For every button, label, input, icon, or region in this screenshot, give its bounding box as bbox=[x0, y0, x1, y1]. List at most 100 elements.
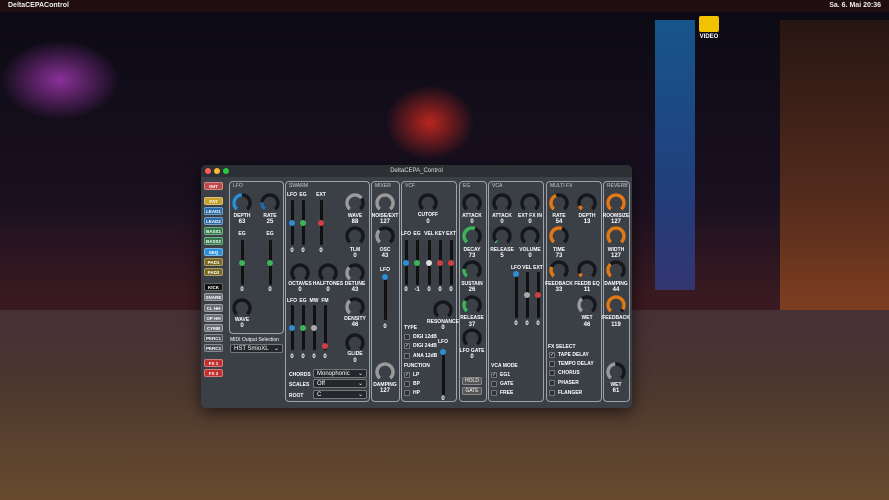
checkbox[interactable] bbox=[491, 381, 497, 387]
checkbox[interactable] bbox=[404, 334, 410, 340]
multifx-time-knob[interactable] bbox=[548, 225, 570, 247]
slider-track[interactable] bbox=[426, 240, 432, 285]
slider-track[interactable] bbox=[382, 274, 388, 320]
slider-track[interactable] bbox=[300, 200, 306, 245]
preset-button-perc1[interactable]: PERC1 bbox=[204, 334, 223, 342]
slider-thumb[interactable] bbox=[448, 259, 454, 266]
mixer-noise-knob[interactable] bbox=[374, 192, 396, 214]
preset-button-init[interactable]: INIT bbox=[204, 182, 223, 190]
checkbox[interactable] bbox=[491, 390, 497, 396]
preset-button-bass2[interactable]: BASS2 bbox=[204, 237, 223, 245]
lfo-depth-knob[interactable] bbox=[231, 192, 253, 214]
gate-button[interactable]: GATE bbox=[462, 387, 482, 395]
slider-track[interactable] bbox=[239, 240, 245, 285]
hold-button[interactable]: HOLD bbox=[462, 377, 482, 385]
slider-track[interactable] bbox=[513, 271, 519, 318]
lfo-wave-knob[interactable] bbox=[231, 297, 253, 319]
eg-release-knob[interactable] bbox=[461, 294, 483, 316]
preset-button-fx1[interactable]: FX 1 bbox=[204, 359, 223, 367]
slider-track[interactable] bbox=[403, 240, 409, 285]
slider-track[interactable] bbox=[318, 200, 324, 245]
preset-button-lead1[interactable]: LEAD1 bbox=[204, 207, 223, 215]
root-select[interactable]: C ⌄ bbox=[313, 390, 367, 399]
preset-button-clhh[interactable]: CL HH bbox=[204, 304, 223, 312]
vca-attack-knob[interactable] bbox=[491, 192, 513, 214]
slider-track[interactable] bbox=[267, 240, 273, 285]
slider-track[interactable] bbox=[535, 272, 541, 318]
preset-button-lead2[interactable]: LEAD2 bbox=[204, 217, 223, 225]
slider-track[interactable] bbox=[437, 240, 443, 285]
menu-bar-clock[interactable]: Sa. 6. Mai 20:36 bbox=[829, 0, 881, 12]
multifx-feedback-knob[interactable] bbox=[548, 259, 570, 281]
slider-track[interactable] bbox=[322, 305, 328, 350]
multifx-rate-knob[interactable] bbox=[548, 192, 570, 214]
swarm-tlm-knob[interactable] bbox=[344, 225, 366, 247]
checkbox[interactable] bbox=[549, 370, 555, 376]
midi-output-select[interactable]: HST SmioXL ⌄ bbox=[230, 344, 283, 353]
lfo-rate-knob[interactable] bbox=[259, 192, 281, 214]
slider-track[interactable] bbox=[300, 305, 306, 350]
slider-thumb[interactable] bbox=[289, 219, 295, 226]
multifx-feedbeq-knob[interactable] bbox=[576, 259, 598, 281]
slider-thumb[interactable] bbox=[300, 219, 306, 226]
slider-thumb[interactable] bbox=[535, 292, 541, 298]
checkbox[interactable]: ✓ bbox=[491, 372, 497, 378]
checkbox[interactable] bbox=[404, 353, 410, 359]
multifx-depth-knob[interactable] bbox=[576, 192, 598, 214]
reverb-width-knob[interactable] bbox=[605, 225, 627, 247]
slider-thumb[interactable] bbox=[300, 324, 306, 331]
chords-select[interactable]: Monophonic ⌄ bbox=[313, 369, 367, 378]
reverb-damping-knob[interactable] bbox=[605, 259, 627, 281]
reverb-feedback-knob[interactable] bbox=[605, 294, 627, 316]
multifx-wet-knob[interactable] bbox=[576, 294, 598, 316]
slider-track[interactable] bbox=[414, 240, 420, 285]
close-button[interactable] bbox=[205, 168, 211, 174]
checkbox[interactable] bbox=[549, 361, 555, 367]
swarm-wave-knob[interactable] bbox=[344, 192, 366, 214]
eg-attack-knob[interactable] bbox=[461, 192, 483, 214]
swarm-density-knob[interactable] bbox=[344, 296, 366, 318]
vcf-cutoff-knob[interactable] bbox=[417, 192, 439, 214]
checkbox[interactable]: ✓ bbox=[549, 352, 555, 358]
slider-track[interactable] bbox=[289, 305, 295, 350]
desktop-folder-video[interactable]: VIDEO bbox=[698, 16, 720, 40]
slider-thumb[interactable] bbox=[414, 259, 420, 266]
checkbox[interactable]: ✓ bbox=[404, 343, 410, 349]
zoom-button[interactable] bbox=[223, 168, 229, 174]
slider-track[interactable] bbox=[448, 240, 454, 285]
slider-thumb[interactable] bbox=[311, 324, 317, 331]
slider-thumb[interactable] bbox=[437, 259, 443, 266]
preset-button-snare[interactable]: SNARE bbox=[204, 293, 223, 301]
slider-thumb[interactable] bbox=[524, 292, 530, 298]
preset-button-pad1[interactable]: PAD1 bbox=[204, 258, 223, 266]
slider-track[interactable] bbox=[311, 305, 317, 350]
app-menu-name[interactable]: DeltaCEPAControl bbox=[8, 0, 69, 12]
preset-button-kick[interactable]: KICK bbox=[204, 283, 223, 291]
vca-extfx-knob[interactable] bbox=[519, 192, 541, 214]
slider-thumb[interactable] bbox=[267, 259, 273, 266]
eg-lfogate-knob[interactable] bbox=[461, 327, 483, 349]
slider-track[interactable] bbox=[524, 272, 530, 318]
slider-thumb[interactable] bbox=[426, 259, 432, 266]
checkbox[interactable] bbox=[549, 390, 555, 396]
eg-sustain-knob[interactable] bbox=[461, 259, 483, 281]
reverb-wet-knob[interactable] bbox=[605, 361, 627, 383]
slider-thumb[interactable] bbox=[318, 219, 324, 226]
slider-track[interactable] bbox=[440, 349, 446, 395]
checkbox[interactable] bbox=[404, 381, 410, 387]
eg-decay-knob[interactable] bbox=[461, 225, 483, 247]
preset-button-cymb[interactable]: CYMB bbox=[204, 324, 223, 332]
mixer-damping-knob[interactable] bbox=[374, 361, 396, 383]
slider-thumb[interactable] bbox=[403, 259, 409, 266]
preset-button-seq[interactable]: SEQ bbox=[204, 248, 223, 256]
vcf-resonance-knob[interactable] bbox=[432, 299, 454, 321]
mixer-osc-knob[interactable] bbox=[374, 225, 396, 247]
checkbox[interactable]: ✓ bbox=[404, 372, 410, 378]
preset-button-pad2[interactable]: PAD2 bbox=[204, 268, 223, 276]
preset-button-ophh[interactable]: OP HH bbox=[204, 314, 223, 322]
vca-release-knob[interactable] bbox=[491, 225, 513, 247]
slider-thumb[interactable] bbox=[289, 324, 295, 331]
preset-button-fx2[interactable]: FX 2 bbox=[204, 369, 223, 377]
vca-volume-knob[interactable] bbox=[519, 225, 541, 247]
minimize-button[interactable] bbox=[214, 168, 220, 174]
